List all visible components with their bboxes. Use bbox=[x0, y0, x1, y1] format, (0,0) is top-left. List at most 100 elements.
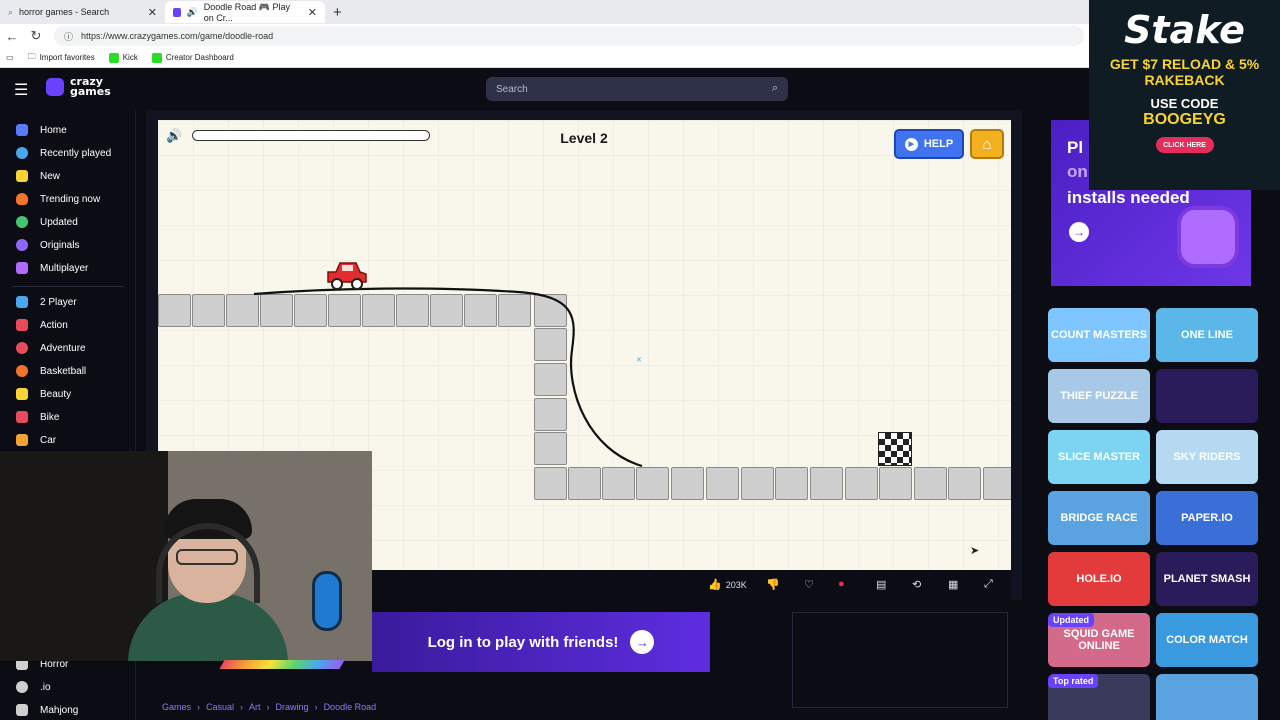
record-icon[interactable]: ● bbox=[838, 578, 845, 590]
sidebar-item-label: Adventure bbox=[40, 342, 86, 354]
sidebar-item-home[interactable]: Home bbox=[16, 124, 67, 136]
theater-icon[interactable]: ▦ bbox=[948, 578, 958, 591]
sidebar-item-recently-played[interactable]: Recently played bbox=[16, 147, 111, 159]
thumbs-down-icon[interactable]: 👎 bbox=[766, 578, 780, 591]
breadcrumb-item[interactable]: Drawing bbox=[276, 702, 309, 712]
sparkle-icon: ✕ bbox=[636, 357, 642, 364]
sidebar-item-label: .io bbox=[40, 681, 51, 693]
close-icon[interactable]: ✕ bbox=[308, 6, 317, 19]
game-thumbnail[interactable]: PLANET SMASH bbox=[1156, 552, 1258, 606]
login-banner-label: Log in to play with friends! bbox=[427, 633, 619, 651]
game-thumbnail[interactable]: SLICE MASTER bbox=[1048, 430, 1150, 484]
folder-icon: 🗀 bbox=[27, 51, 36, 61]
finish-flag bbox=[878, 432, 912, 466]
new-tab-button[interactable]: + bbox=[325, 4, 350, 21]
sidebar-item-label: Home bbox=[40, 124, 67, 136]
login-banner[interactable]: Log in to play with friends! → bbox=[372, 612, 710, 672]
sidebar-item-basketball[interactable]: Basketball bbox=[16, 365, 86, 377]
tab-doodle-road[interactable]: 🔊 Doodle Road 🎮 Play on Cr... ✕ bbox=[165, 1, 325, 23]
top-rated-badge: Top rated bbox=[1048, 674, 1099, 688]
sidebar-item-adventure[interactable]: Adventure bbox=[16, 342, 86, 354]
close-icon[interactable]: ✕ bbox=[148, 6, 157, 19]
sidebar-item-2-player[interactable]: 2 Player bbox=[16, 296, 77, 308]
clock-icon bbox=[16, 147, 28, 159]
game-thumbnail[interactable]: THIEF PUZZLE bbox=[1048, 369, 1150, 423]
sidebar-item-new[interactable]: New bbox=[16, 170, 60, 182]
favorite-kick[interactable]: Kick bbox=[108, 52, 138, 63]
stake-code-label: USE CODE bbox=[1150, 96, 1219, 111]
refresh-icon[interactable]: ↻ bbox=[24, 28, 48, 44]
glasses bbox=[176, 549, 238, 565]
search-icon: ⌕ bbox=[8, 6, 14, 17]
stake-promo-line1: GET $7 RELOAD & 5% bbox=[1109, 56, 1260, 72]
share-icon[interactable]: ⟲ bbox=[912, 578, 921, 591]
stake-cta-button: CLICK HERE bbox=[1155, 137, 1214, 153]
fullscreen-icon[interactable]: ⤢ bbox=[984, 578, 993, 591]
sidebar-item-bike[interactable]: Bike bbox=[16, 411, 59, 423]
back-icon[interactable]: ← bbox=[0, 29, 24, 44]
game-thumbnail[interactable] bbox=[1156, 369, 1258, 423]
game-thumbnail-title: SKY RIDERS bbox=[1173, 451, 1241, 463]
search-icon[interactable]: ⌕ bbox=[772, 82, 778, 95]
heart-icon[interactable]: ♡ bbox=[804, 578, 814, 591]
sidebar-item-car[interactable]: Car bbox=[16, 434, 56, 446]
game-thumbnail[interactable]: SKY RIDERS bbox=[1156, 430, 1258, 484]
sidebar-item-updated[interactable]: Updated bbox=[16, 216, 78, 228]
game-thumbnail[interactable]: COLOR MATCH bbox=[1156, 613, 1258, 667]
game-thumbnail[interactable]: COUNT MASTERS bbox=[1048, 308, 1150, 362]
like-button[interactable]: 👍 203K bbox=[708, 578, 747, 591]
favorite-label: Kick bbox=[122, 53, 138, 62]
game-thumbnail[interactable]: ONE LINE bbox=[1156, 308, 1258, 362]
crazygames-logo[interactable]: crazy games bbox=[46, 76, 111, 97]
breadcrumb-item[interactable]: Casual bbox=[206, 702, 234, 712]
feedback-icon[interactable]: ▤ bbox=[876, 578, 886, 591]
sidebar-item-label: Recently played bbox=[40, 147, 112, 159]
speaker-icon[interactable]: 🔊 bbox=[187, 7, 198, 18]
breadcrumb-item[interactable]: Art bbox=[249, 702, 261, 712]
stake-logo: Stake bbox=[1124, 8, 1245, 52]
menu-icon[interactable]: ☰ bbox=[14, 80, 28, 100]
game-thumbnail[interactable]: PAPER.IO bbox=[1156, 491, 1258, 545]
search-input[interactable]: Search ⌕ bbox=[486, 77, 788, 101]
sidebar-item-beauty[interactable]: Beauty bbox=[16, 388, 71, 400]
game-thumbnail-title: HOLE.IO bbox=[1076, 573, 1122, 585]
stake-stream-overlay: Stake GET $7 RELOAD & 5% RAKEBACK USE CO… bbox=[1089, 0, 1280, 190]
sparkle-icon bbox=[16, 170, 28, 182]
screen: ⌕ horror games - Search ✕ 🔊 Doodle Road … bbox=[0, 0, 1280, 720]
game-thumbnail[interactable]: Top rated bbox=[1048, 674, 1150, 720]
logo-mark-icon bbox=[46, 78, 64, 96]
tab-search[interactable]: ⌕ horror games - Search ✕ bbox=[0, 1, 165, 23]
game-thumbnail-title: SLICE MASTER bbox=[1058, 451, 1140, 463]
sidebar-item-mahjong[interactable]: Mahjong bbox=[16, 704, 78, 716]
game-thumbnail[interactable] bbox=[1156, 674, 1258, 720]
sidebar-item-multiplayer[interactable]: Multiplayer bbox=[16, 262, 88, 274]
favorite-import[interactable]: 🗀 Import favorites bbox=[28, 51, 95, 65]
game-thumbnail[interactable]: HOLE.IO bbox=[1048, 552, 1150, 606]
arrow-right-icon: → bbox=[630, 630, 655, 654]
breadcrumb-item[interactable]: Games bbox=[162, 702, 191, 712]
home-icon bbox=[16, 124, 28, 136]
refresh-icon bbox=[16, 216, 28, 228]
game-thumbnail[interactable]: BRIDGE RACE bbox=[1048, 491, 1150, 545]
favorite-creator-dashboard[interactable]: Creator Dashboard bbox=[151, 52, 234, 63]
sidebar-item-originals[interactable]: Originals bbox=[16, 239, 79, 251]
sidebar-item-trending[interactable]: Trending now bbox=[16, 193, 100, 205]
site-info-icon[interactable]: ⓘ bbox=[64, 30, 73, 43]
sidebar-item-label: 2 Player bbox=[40, 296, 77, 308]
game-thumbnail-title: BRIDGE RACE bbox=[1060, 512, 1138, 524]
breadcrumb-item[interactable]: Doodle Road bbox=[324, 702, 377, 712]
sidebar-item-label: Originals bbox=[40, 239, 80, 251]
favorites-bar: ▭ 🗀 Import favorites Kick Creator Dashbo… bbox=[0, 48, 1280, 68]
url-field[interactable]: ⓘ https://www.crazygames.com/game/doodle… bbox=[54, 26, 1084, 46]
sidebar-divider bbox=[12, 286, 124, 287]
sidebar-item-io[interactable]: .io bbox=[16, 681, 51, 693]
sidebar-toggle-icon[interactable]: ▭ bbox=[6, 53, 14, 62]
microphone bbox=[312, 571, 342, 631]
sidebar-item-action[interactable]: Action bbox=[16, 319, 68, 331]
like-count: 203K bbox=[725, 580, 747, 590]
arrow-right-icon[interactable]: → bbox=[1069, 222, 1089, 242]
ad-line3: installs needed bbox=[1067, 188, 1190, 207]
url-text: https://www.crazygames.com/game/doodle-r… bbox=[81, 31, 274, 41]
basketball-icon bbox=[16, 365, 28, 377]
game-thumbnail[interactable]: SQUID GAME ONLINE Updated bbox=[1048, 613, 1150, 667]
